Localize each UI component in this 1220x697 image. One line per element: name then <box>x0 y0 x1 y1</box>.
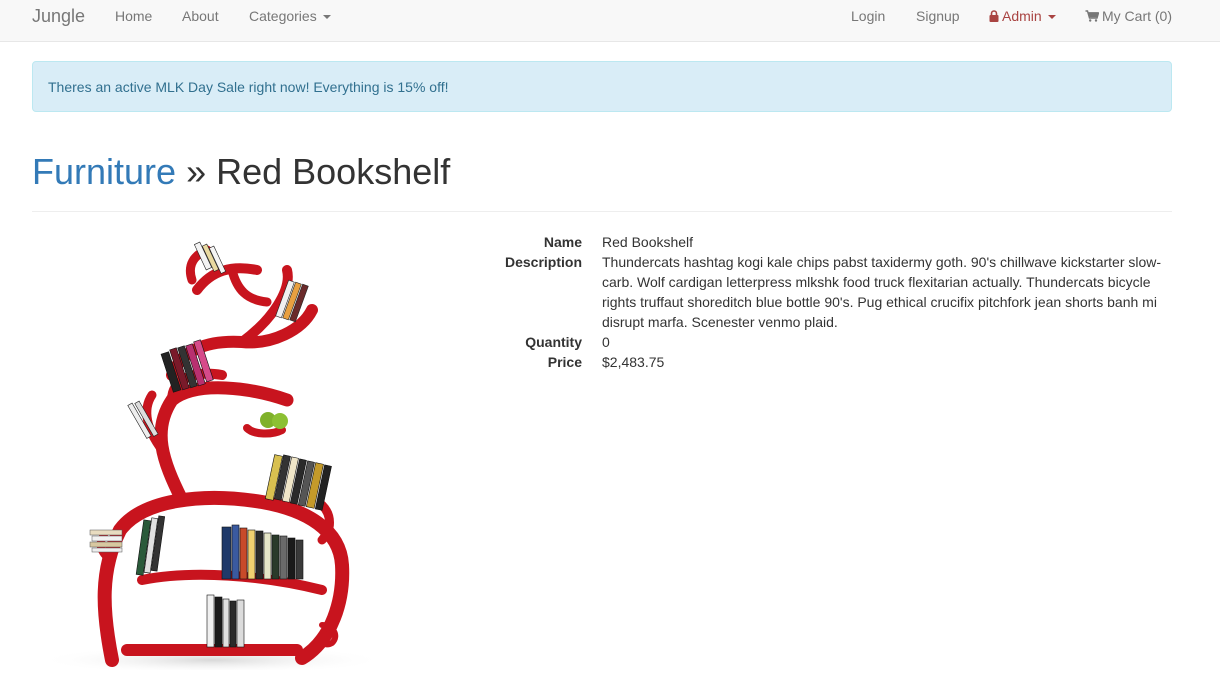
navbar: Jungle Home About Categories Login Signu… <box>0 0 1220 42</box>
product-image <box>32 230 392 670</box>
price-value: $2,483.75 <box>602 354 665 370</box>
detail-row-price: Price $2,483.75 <box>472 352 1172 372</box>
detail-row-name: Name Red Bookshelf <box>472 232 1172 252</box>
page-title: Furniture » Red Bookshelf <box>32 150 1172 194</box>
product-details: Name Red Bookshelf Description Thunderca… <box>472 232 1172 372</box>
description-value: Thundercats hashtag kogi kale chips pabs… <box>602 254 1162 330</box>
nav-cart-label: My Cart (0) <box>1102 8 1172 24</box>
name-label: Name <box>543 234 582 250</box>
nav-home-link[interactable]: Home <box>115 8 152 24</box>
nav-admin-dropdown[interactable]: Admin <box>989 8 1056 24</box>
quantity-label: Quantity <box>525 334 582 350</box>
detail-row-description: Description Thundercats hashtag kogi kal… <box>472 252 1172 332</box>
brand-link[interactable]: Jungle <box>32 6 85 26</box>
shopping-cart-icon <box>1085 10 1099 22</box>
caret-down-icon <box>322 15 331 20</box>
description-label: Description <box>504 254 582 270</box>
breadcrumb-separator: » <box>176 151 217 192</box>
nav-categories-dropdown[interactable]: Categories <box>249 8 331 24</box>
sale-alert-message: Theres an active MLK Day Sale right now!… <box>48 79 449 95</box>
nav-login-link[interactable]: Login <box>851 8 885 24</box>
nav-admin-label: Admin <box>1002 8 1042 24</box>
product-title: Red Bookshelf <box>216 151 451 192</box>
lock-icon <box>989 10 999 22</box>
detail-row-quantity: Quantity 0 <box>472 332 1172 352</box>
price-label: Price <box>547 354 582 370</box>
page-header: Furniture » Red Bookshelf <box>32 150 1172 212</box>
nav-categories-label: Categories <box>249 8 317 24</box>
quantity-value: 0 <box>602 334 610 350</box>
caret-down-icon <box>1047 15 1056 20</box>
category-breadcrumb-link[interactable]: Furniture <box>32 151 176 192</box>
nav-signup-link[interactable]: Signup <box>916 8 960 24</box>
sale-alert: Theres an active MLK Day Sale right now!… <box>32 61 1172 112</box>
name-value: Red Bookshelf <box>602 234 694 250</box>
nav-cart-link[interactable]: My Cart (0) <box>1085 8 1172 24</box>
nav-about-link[interactable]: About <box>182 8 219 24</box>
